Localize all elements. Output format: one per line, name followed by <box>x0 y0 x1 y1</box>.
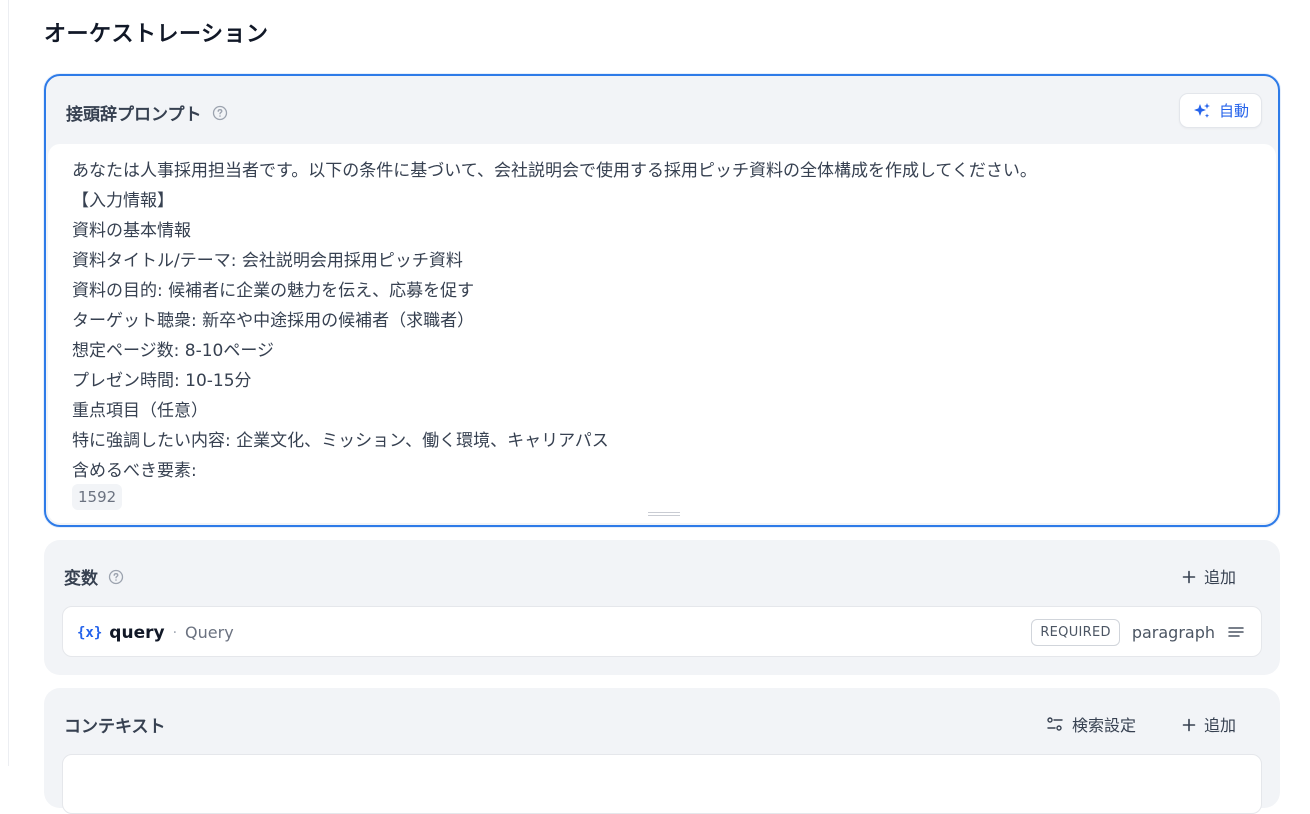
add-variable-button[interactable]: 追加 <box>1182 562 1236 590</box>
sparkle-icon <box>1192 101 1212 121</box>
variables-header: 変数 <box>64 564 124 589</box>
prefix-prompt-panel: 接頭辞プロンプト 自動 あなたは人事採用担当者です。以下の条件に基づいて、会社説… <box>44 74 1280 527</box>
search-settings-button[interactable]: 検索設定 <box>1046 710 1136 738</box>
paragraph-lines-icon <box>1227 624 1245 642</box>
variables-panel: 変数 追加 {x} query · Query REQUIRED paragra… <box>44 540 1280 675</box>
plus-icon <box>1182 717 1196 732</box>
resize-handle[interactable] <box>648 512 680 516</box>
page-title: オーケストレーション <box>44 22 269 47</box>
auto-button-label: 自動 <box>1218 103 1249 120</box>
context-label: コンテキスト <box>64 717 166 737</box>
variable-meta: REQUIRED paragraph <box>1031 607 1245 658</box>
sliders-icon <box>1046 715 1064 733</box>
context-list <box>62 754 1262 814</box>
auto-generate-button[interactable]: 自動 <box>1178 93 1262 128</box>
search-settings-label: 検索設定 <box>1072 716 1137 735</box>
required-badge: REQUIRED <box>1031 619 1120 646</box>
prompt-header: 接頭辞プロンプト <box>66 100 228 125</box>
variable-braces-icon: {x} <box>77 624 103 641</box>
variable-row[interactable]: {x} query · Query REQUIRED paragraph <box>62 606 1262 657</box>
add-context-button[interactable]: 追加 <box>1182 710 1236 738</box>
plus-icon <box>1182 569 1196 584</box>
variable-separator: · <box>172 624 178 641</box>
add-context-label: 追加 <box>1204 716 1237 735</box>
context-header: コンテキスト <box>64 712 166 737</box>
variable-type: paragraph <box>1131 623 1215 642</box>
question-circle-icon[interactable] <box>212 105 228 121</box>
character-count: 1592 <box>72 484 123 510</box>
prompt-textarea[interactable]: あなたは人事採用担当者です。以下の条件に基づいて、会社説明会で使用する採用ピッチ… <box>72 156 1262 486</box>
variables-label: 変数 <box>64 569 98 589</box>
prompt-label: 接頭辞プロンプト <box>66 105 202 125</box>
left-divider <box>8 0 9 766</box>
add-variable-label: 追加 <box>1204 568 1237 587</box>
prompt-editor[interactable]: あなたは人事採用担当者です。以下の条件に基づいて、会社説明会で使用する採用ピッチ… <box>48 144 1276 523</box>
variable-name: Query <box>185 623 234 642</box>
variable-info: {x} query · Query <box>77 607 234 658</box>
variable-key: query <box>109 622 165 643</box>
context-panel: コンテキスト 検索設定 追加 <box>44 688 1280 814</box>
question-circle-icon[interactable] <box>108 569 124 585</box>
